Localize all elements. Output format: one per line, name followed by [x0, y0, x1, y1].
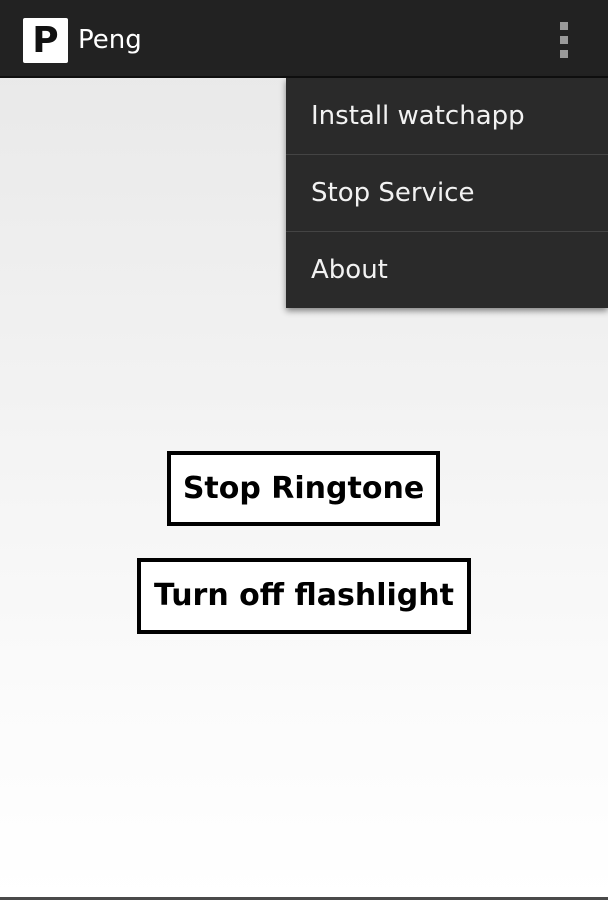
- overflow-menu-icon[interactable]: [548, 18, 580, 62]
- menu-item-label: About: [311, 255, 388, 285]
- overflow-dot: [560, 50, 568, 58]
- menu-item-label: Stop Service: [311, 178, 475, 208]
- app-logo-letter: P: [32, 20, 59, 61]
- overflow-dot: [560, 36, 568, 44]
- overflow-dot: [560, 22, 568, 30]
- overflow-menu: Install watchapp Stop Service About: [286, 78, 608, 308]
- menu-item-install-watchapp[interactable]: Install watchapp: [286, 78, 608, 154]
- menu-item-label: Install watchapp: [311, 101, 525, 131]
- menu-item-about[interactable]: About: [286, 232, 608, 308]
- app-logo-icon[interactable]: P: [23, 18, 68, 63]
- app-title: Peng: [78, 25, 142, 55]
- action-bar: P Peng: [0, 0, 608, 78]
- turn-off-flashlight-button[interactable]: Turn off flashlight: [137, 558, 471, 634]
- menu-item-stop-service[interactable]: Stop Service: [286, 155, 608, 231]
- screen: P Peng Stop Ringtone Turn off flashlight…: [0, 0, 608, 900]
- stop-ringtone-button[interactable]: Stop Ringtone: [167, 451, 440, 526]
